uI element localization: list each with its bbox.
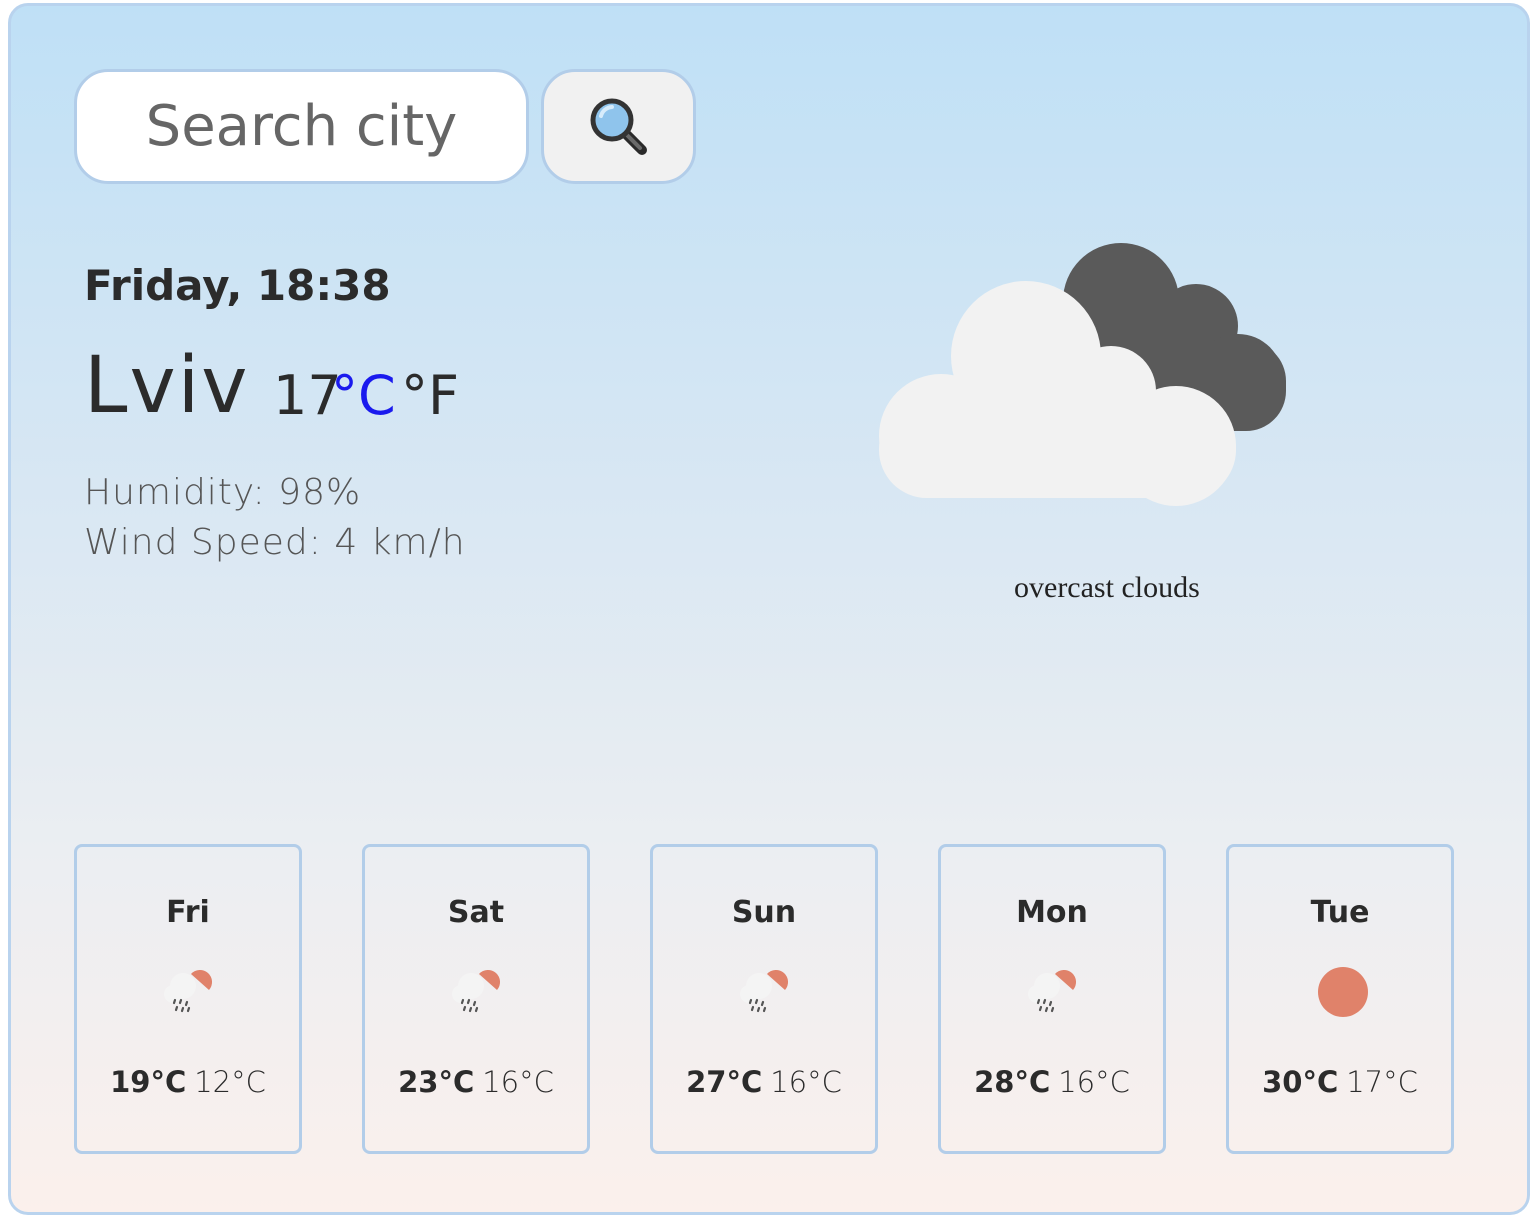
humidity-text: Humidity: 98% (84, 472, 362, 513)
forecast-day: Tue (1310, 895, 1370, 930)
forecast-max-temp: 19°C (110, 1065, 187, 1099)
wind-speed-text: Wind Speed: 4 km/h (84, 522, 466, 563)
celsius-toggle[interactable]: °C (331, 364, 396, 427)
rain-sun-icon (164, 969, 213, 1013)
forecast-temperatures: 23°C 16°C (365, 1065, 587, 1099)
rain-sun-icon (1028, 969, 1077, 1013)
fahrenheit-toggle[interactable]: °F (401, 364, 459, 427)
current-date-time: Friday, 18:38 (84, 261, 391, 310)
forecast-min-temp: 16°C (482, 1065, 554, 1099)
forecast-min-temp: 17°C (1346, 1065, 1418, 1099)
rain-sun-icon (740, 969, 789, 1013)
city-name: Lviv (84, 341, 250, 431)
weather-app: Friday, 18:38 Lviv 17 °C °F Humidity: 98… (8, 3, 1530, 1215)
forecast-min-temp: 12°C (194, 1065, 266, 1099)
forecast-card: Sun 27°C 16°C (650, 844, 878, 1154)
forecast-day: Sun (731, 895, 797, 930)
forecast-card: Sat 23°C 16°C (362, 844, 590, 1154)
forecast-temperatures: 19°C 12°C (77, 1065, 299, 1099)
forecast-card: Tue 30°C 17°C (1226, 844, 1454, 1154)
forecast-max-temp: 23°C (398, 1065, 475, 1099)
forecast-max-temp: 28°C (974, 1065, 1051, 1099)
forecast-card: Mon 28°C 16°C (938, 844, 1166, 1154)
forecast-min-temp: 16°C (1058, 1065, 1130, 1099)
forecast-day: Mon (1016, 895, 1088, 930)
weather-description: overcast clouds (1014, 571, 1200, 604)
search-input[interactable] (74, 69, 529, 184)
sun-icon (1318, 967, 1368, 1017)
forecast-max-temp: 27°C (686, 1065, 763, 1099)
forecast-day: Sat (447, 895, 505, 930)
forecast-min-temp: 16°C (770, 1065, 842, 1099)
forecast-temperatures: 30°C 17°C (1229, 1065, 1451, 1099)
forecast-card: Fri 19°C 12°C (74, 844, 302, 1154)
magnifier-icon (590, 98, 647, 155)
forecast-day: Fri (166, 895, 210, 930)
rain-sun-icon (452, 969, 501, 1013)
forecast-max-temp: 30°C (1262, 1065, 1339, 1099)
forecast-temperatures: 28°C 16°C (941, 1065, 1163, 1099)
search-button[interactable] (541, 69, 696, 184)
forecast-temperatures: 27°C 16°C (653, 1065, 875, 1099)
overcast-clouds-icon (879, 243, 1286, 506)
